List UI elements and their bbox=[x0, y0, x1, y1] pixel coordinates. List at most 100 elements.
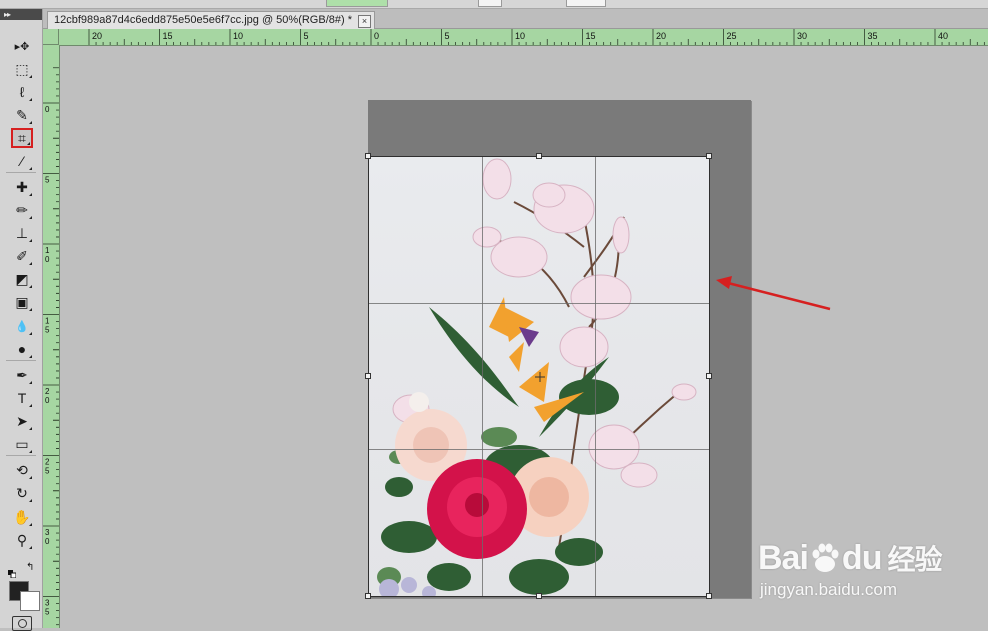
blur-tool[interactable]: 💧 bbox=[11, 316, 33, 336]
swap-colors-icon[interactable]: ↰ bbox=[26, 563, 36, 573]
crop-tool[interactable]: ⌗ bbox=[11, 128, 33, 148]
ruler-label: 5 bbox=[45, 326, 50, 335]
crop-handle-left[interactable] bbox=[365, 373, 371, 379]
options-field[interactable] bbox=[478, 0, 502, 7]
brush-tool[interactable]: ✏ bbox=[11, 200, 33, 220]
eraser-tool[interactable]: ◩ bbox=[11, 269, 33, 289]
hand-tool[interactable]: ✋ bbox=[11, 507, 33, 527]
toolbox-grip[interactable]: ▸▸ bbox=[0, 9, 42, 20]
background-color-swatch[interactable] bbox=[20, 591, 40, 611]
options-field[interactable] bbox=[326, 0, 388, 7]
pen-tool[interactable]: ✒ bbox=[11, 365, 33, 385]
crop-handle-bottom-left[interactable] bbox=[365, 593, 371, 599]
ruler-label: 5 bbox=[445, 31, 450, 41]
shape-tool[interactable]: ▭ bbox=[11, 434, 33, 454]
gradient-icon: ▣ bbox=[15, 293, 29, 310]
ruler-label: 35 bbox=[868, 31, 878, 41]
ruler-label: 30 bbox=[797, 31, 807, 41]
ruler-origin[interactable] bbox=[43, 29, 59, 45]
crop-handle-bottom[interactable] bbox=[536, 593, 542, 599]
document-tab-bar: 12cbf989a87d4c6edd875e50e5e6f7cc.jpg @ 5… bbox=[43, 9, 988, 29]
crop-handle-bottom-right[interactable] bbox=[706, 593, 712, 599]
ruler-label: 0 bbox=[45, 255, 50, 264]
ruler-label: 5 bbox=[304, 31, 309, 41]
ruler-label: 10 bbox=[515, 31, 525, 41]
gradient-tool[interactable]: ▣ bbox=[11, 292, 33, 312]
path-select-tool[interactable]: ➤ bbox=[11, 411, 33, 431]
ruler-label: 1 bbox=[45, 317, 50, 326]
ruler-label: 5 bbox=[45, 608, 50, 617]
toolbox-separator bbox=[6, 172, 36, 173]
crop-handle-top-right[interactable] bbox=[706, 153, 712, 159]
dodge-icon: ● bbox=[17, 341, 27, 357]
close-tab-icon[interactable]: × bbox=[358, 15, 371, 28]
zoom-tool[interactable]: ⚲ bbox=[11, 530, 33, 550]
3d-rotate-tool[interactable]: ⟲ bbox=[11, 460, 33, 480]
arrow-cursor-icon: ➤ bbox=[16, 412, 28, 429]
crop-handle-right[interactable] bbox=[706, 373, 712, 379]
lasso-icon: ℓ bbox=[19, 84, 25, 100]
ruler-label: 20 bbox=[656, 31, 666, 41]
history-brush-tool[interactable]: ✐ bbox=[11, 246, 33, 266]
ruler-label: 0 bbox=[45, 105, 50, 114]
default-colors-icon[interactable] bbox=[8, 565, 17, 579]
3d-orbit-tool[interactable]: ↻ bbox=[11, 483, 33, 503]
ruler-label: 40 bbox=[938, 31, 948, 41]
document-tab[interactable]: 12cbf989a87d4c6edd875e50e5e6f7cc.jpg @ 5… bbox=[47, 11, 375, 29]
type-icon: T bbox=[17, 390, 27, 406]
crop-grid-line bbox=[482, 157, 483, 596]
3d-orbit-icon: ↻ bbox=[16, 484, 28, 501]
crop-grid-line bbox=[595, 157, 596, 596]
ruler-label: 25 bbox=[727, 31, 737, 41]
crop-center-icon bbox=[535, 369, 545, 382]
watermark-brand: Bai bbox=[758, 538, 809, 577]
eyedropper-tool[interactable]: ⁄ bbox=[11, 151, 33, 171]
clone-stamp-tool[interactable]: ⊥ bbox=[11, 223, 33, 243]
ruler-label: 0 bbox=[45, 396, 50, 405]
hand-icon: ✋ bbox=[13, 508, 31, 525]
ruler-label: 20 bbox=[92, 31, 102, 41]
move-icon: ▸✥ bbox=[14, 40, 30, 53]
history-brush-icon: ✐ bbox=[16, 247, 28, 264]
quick-select-icon: ✎ bbox=[16, 106, 28, 123]
move-tool[interactable]: ▸✥ bbox=[11, 36, 33, 56]
ruler-label: 5 bbox=[45, 176, 50, 185]
lasso-tool[interactable]: ℓ bbox=[11, 82, 33, 102]
pen-icon: ✒ bbox=[16, 366, 28, 383]
bandage-icon: ✚ bbox=[16, 178, 28, 195]
marquee-tool[interactable]: ⬚ bbox=[11, 59, 33, 79]
rectangle-icon: ▭ bbox=[15, 435, 29, 452]
annotation-arrow-icon bbox=[716, 276, 831, 311]
brush-icon: ✏ bbox=[16, 201, 28, 218]
ruler-label: 15 bbox=[163, 31, 173, 41]
type-tool[interactable]: T bbox=[11, 388, 33, 408]
stamp-icon: ⊥ bbox=[15, 224, 29, 241]
quick-mask-button[interactable] bbox=[12, 616, 32, 631]
watermark-url: jingyan.baidu.com bbox=[760, 580, 898, 599]
ruler-label: 3 bbox=[45, 599, 50, 608]
quick-select-tool[interactable]: ✎ bbox=[11, 105, 33, 125]
crop-handle-top-left[interactable] bbox=[365, 153, 371, 159]
ruler-label: 3 bbox=[45, 528, 50, 537]
ruler-label: 0 bbox=[45, 537, 50, 546]
watermark-logo: Bai du 经验 bbox=[758, 538, 942, 578]
watermark-brand-tail: du bbox=[841, 538, 883, 577]
vertical-ruler[interactable]: 05101520253035 bbox=[43, 45, 60, 628]
toolbox-separator bbox=[6, 360, 36, 361]
drop-icon: 💧 bbox=[15, 320, 29, 333]
ruler-label: 10 bbox=[233, 31, 243, 41]
ruler-label: 0 bbox=[374, 31, 379, 41]
ruler-label: 5 bbox=[45, 467, 50, 476]
horizontal-ruler[interactable]: 20 15 10 5 0 5 10 15 20 25 30 35 40 bbox=[59, 29, 988, 46]
options-field[interactable] bbox=[566, 0, 606, 7]
toolbox-separator bbox=[6, 455, 36, 456]
crop-icon: ⌗ bbox=[18, 129, 26, 146]
3d-rotate-icon: ⟲ bbox=[16, 461, 28, 478]
options-bar bbox=[0, 0, 988, 9]
crop-handle-top[interactable] bbox=[536, 153, 542, 159]
dodge-tool[interactable]: ● bbox=[11, 339, 33, 359]
eraser-icon: ◩ bbox=[15, 270, 29, 287]
healing-brush-tool[interactable]: ✚ bbox=[11, 177, 33, 197]
baidu-jingyan-watermark: Bai du 经验 jingyan.baidu.com bbox=[758, 538, 942, 600]
crop-grid-line bbox=[369, 449, 709, 450]
